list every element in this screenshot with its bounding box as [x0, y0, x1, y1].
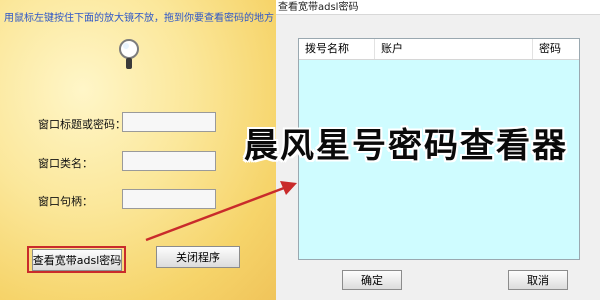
window-title-field[interactable]: [122, 112, 216, 132]
ok-button[interactable]: 确定: [342, 270, 402, 290]
overlay-title: 晨风星号密码查看器: [244, 126, 568, 166]
magnifier-icon[interactable]: [116, 38, 142, 70]
list-header: 拨号名称 账户 密码: [299, 39, 579, 60]
column-header-password[interactable]: 密码: [533, 39, 579, 59]
window-handle-field[interactable]: [122, 189, 216, 209]
dialog-titlebar: 查看宽带adsl密码: [276, 0, 600, 15]
cancel-button[interactable]: 取消: [508, 270, 568, 290]
highlight-box: [27, 246, 126, 273]
column-header-account[interactable]: 账户: [375, 39, 533, 59]
window-class-field[interactable]: [122, 151, 216, 171]
window-class-label: 窗口类名：: [38, 157, 93, 170]
drag-hint-text: 用鼠标左键按住下面的放大镜不放，拖到你要查看密码的地方: [4, 13, 274, 24]
close-program-button[interactable]: 关闭程序: [156, 246, 240, 268]
dialog-title: 查看宽带adsl密码: [278, 2, 359, 13]
window-title-label: 窗口标题或密码：: [38, 118, 126, 131]
column-header-dial-name[interactable]: 拨号名称: [299, 39, 375, 59]
window-handle-label: 窗口句柄：: [38, 195, 93, 208]
password-tool-window: 用鼠标左键按住下面的放大镜不放，拖到你要查看密码的地方 窗口标题或密码： 窗口类…: [0, 0, 276, 300]
